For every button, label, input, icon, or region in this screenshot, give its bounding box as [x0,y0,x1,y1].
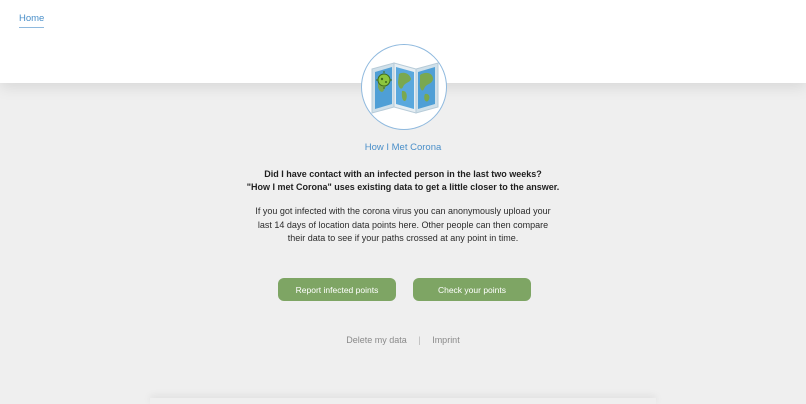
app-logo [361,44,447,130]
imprint-link[interactable]: Imprint [432,335,460,345]
intro-subtitle: "How I met Corona" uses existing data to… [246,182,560,192]
intro-description: If you got infected with the corona viru… [255,206,551,243]
world-map-virus-icon [371,62,439,114]
home-link[interactable]: Home [19,13,45,28]
delete-my-data-link[interactable]: Delete my data [346,335,407,345]
app-title: How I Met Corona [364,142,442,153]
footer-separator: | [418,335,421,345]
footer-links: Delete my data | Imprint [0,335,806,345]
check-your-points-button[interactable]: Check your points [413,278,531,301]
intro-question: Did I have contact with an infected pers… [264,169,542,179]
bottom-panel-edge [150,398,656,404]
report-infected-points-button[interactable]: Report infected points [278,278,396,301]
